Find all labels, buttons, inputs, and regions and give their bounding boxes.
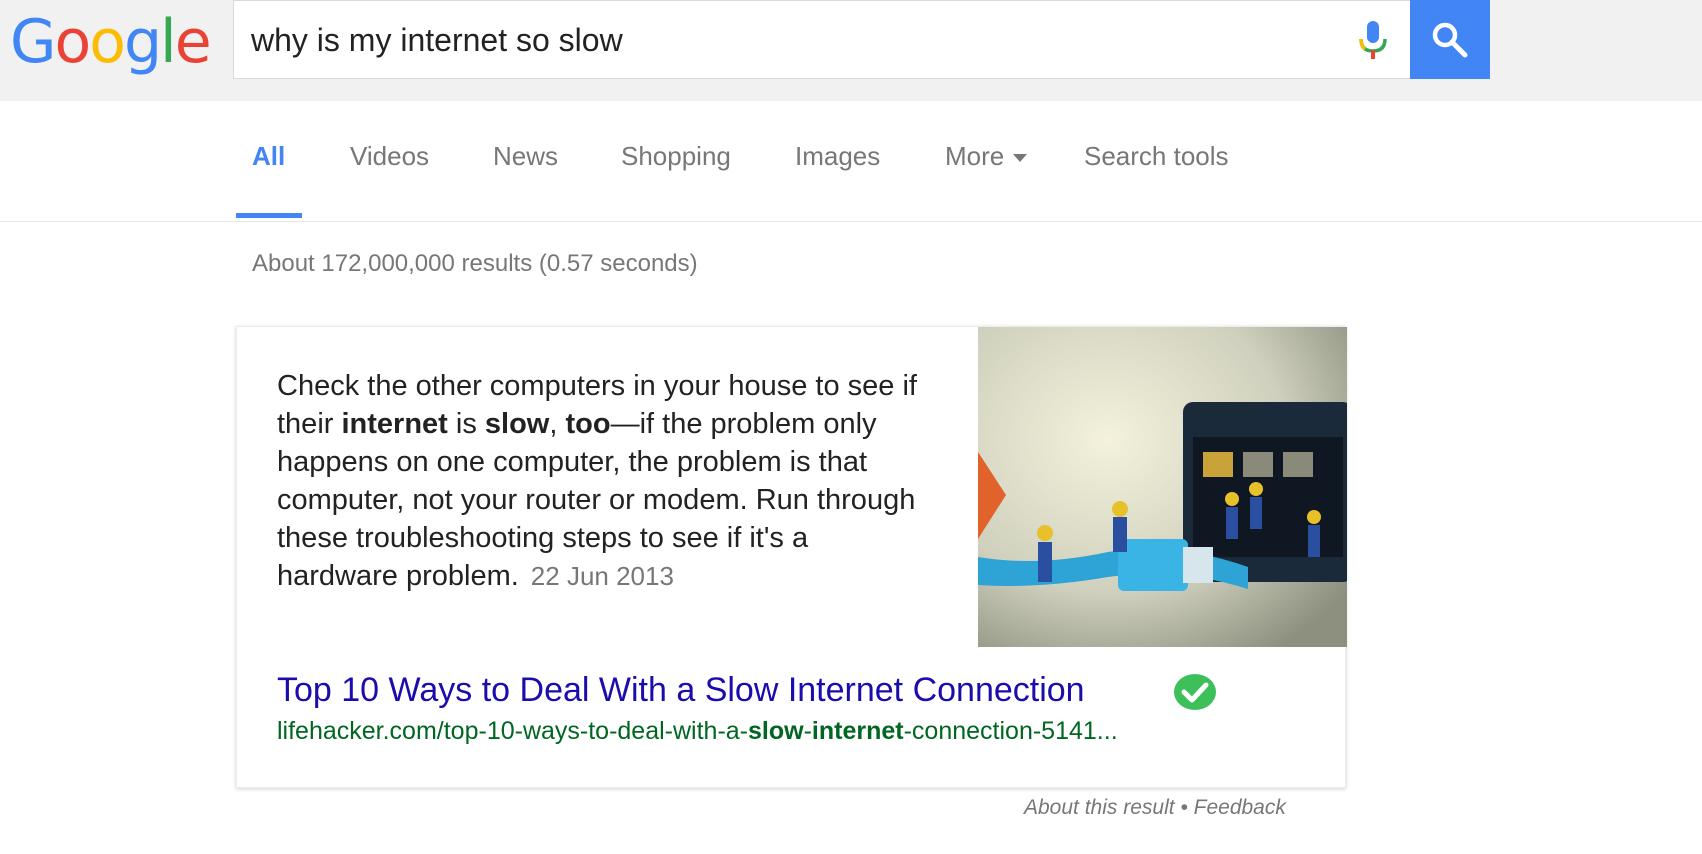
tab-videos[interactable]: Videos (350, 141, 429, 172)
tab-all[interactable]: All (252, 141, 285, 172)
result-title-link[interactable]: Top 10 Ways to Deal With a Slow Internet… (277, 671, 1085, 710)
search-box (233, 0, 1410, 79)
snippet-text-part: , (549, 408, 566, 440)
url-part: - (803, 717, 812, 745)
search-input[interactable] (251, 19, 1301, 61)
active-tab-indicator (236, 213, 302, 218)
url-bold-term: slow (748, 717, 804, 745)
tab-shopping[interactable]: Shopping (621, 141, 731, 172)
logo-letter-o2: o (89, 7, 126, 77)
feedback-link[interactable]: Feedback (1194, 796, 1286, 819)
snippet-bold-term: internet (341, 408, 448, 440)
url-bold-term: internet (811, 717, 904, 745)
tab-more[interactable]: More (945, 141, 1028, 172)
footer-separator: • (1180, 796, 1188, 819)
tab-more-label: More (945, 141, 1005, 171)
logo-letter-l: l (160, 7, 177, 77)
search-tabs: All Videos News Shopping Images More Sea… (0, 101, 1702, 222)
url-part: -connection-5141... (903, 717, 1118, 745)
logo-letter-o1: o (54, 7, 92, 77)
about-this-result-link[interactable]: About this result (1024, 796, 1175, 819)
tab-search-tools[interactable]: Search tools (1084, 141, 1229, 172)
logo-letter-e: e (174, 7, 212, 77)
top-bar: Google (0, 0, 1702, 102)
search-icon (1432, 22, 1468, 58)
caret-down-icon (1013, 154, 1028, 163)
snippet-thumbnail[interactable] (978, 327, 1347, 647)
snippet-bold-term: too (565, 408, 611, 440)
check-circle-icon (1174, 674, 1216, 710)
snippet-text: Check the other computers in your house … (277, 367, 937, 595)
snippet-date: 22 Jun 2013 (530, 561, 674, 591)
snippet-bold-term: slow (484, 408, 550, 440)
url-part: lifehacker.com/top-10-ways-to-deal-with-… (277, 717, 749, 745)
tab-news[interactable]: News (493, 141, 558, 172)
logo-letter-g2: g (123, 7, 162, 77)
google-logo[interactable]: Google (10, 4, 212, 80)
result-url[interactable]: lifehacker.com/top-10-ways-to-deal-with-… (277, 717, 1118, 746)
snippet-footer: About this result • Feedback (1024, 796, 1286, 820)
logo-letter-g: G (10, 7, 56, 77)
microphone-icon[interactable] (1355, 19, 1391, 63)
result-stats: About 172,000,000 results (0.57 seconds) (252, 250, 698, 277)
featured-snippet-card: Check the other computers in your house … (236, 326, 1347, 788)
search-button[interactable] (1410, 0, 1490, 79)
snippet-text-part: is (447, 408, 485, 440)
tab-images[interactable]: Images (795, 141, 880, 172)
